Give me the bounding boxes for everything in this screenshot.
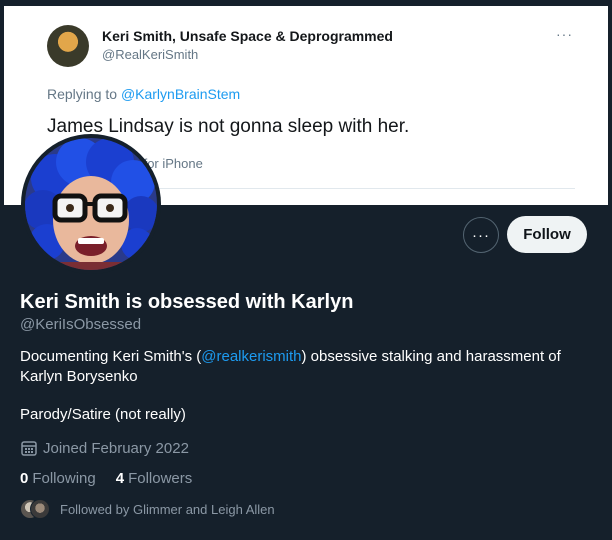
bio-text: Documenting Keri Smith's ( [20, 348, 202, 365]
tweet-author-avatar [47, 25, 89, 67]
profile-handle: @KeriIsObsessed [20, 316, 142, 333]
bio-mention-link[interactable]: @realkerismith [201, 348, 301, 365]
following-link[interactable]: 0 Following [20, 470, 96, 487]
mutual-follower-avatars [20, 499, 52, 519]
replying-prefix: Replying to [47, 86, 121, 102]
avatar-image [25, 138, 157, 270]
banner-border [0, 0, 4, 205]
profile-bio-line: Parody/Satire (not really) [20, 406, 186, 423]
banner-border [0, 0, 612, 6]
tweet-author-handle: @RealKeriSmith [102, 47, 199, 62]
followers-link[interactable]: 4 Followers [116, 470, 193, 487]
calendar-icon [21, 441, 37, 456]
followers-count: 4 [115, 470, 125, 487]
followed-by[interactable]: Followed by Glimmer and Leigh Allen [20, 499, 275, 519]
tweet-more-icon: ··· [556, 26, 573, 42]
follow-stats: 0 Following 4 Followers [20, 470, 212, 487]
following-count: 0 [20, 470, 29, 487]
profile-display-name: Keri Smith is obsessed with Karlyn [20, 291, 354, 313]
joined-date: Joined February 2022 [20, 439, 189, 457]
joined-label: Joined February 2022 [43, 439, 189, 457]
follow-button[interactable]: Follow [507, 216, 587, 253]
replying-mention: @KarlynBrainStem [120, 86, 241, 102]
more-options-button[interactable]: ··· [463, 217, 499, 253]
tweet-replying-to: Replying to @KarlynBrainStem [47, 86, 240, 102]
followers-label: Followers [128, 470, 193, 487]
banner-border [608, 0, 612, 205]
mutual-avatar [30, 499, 50, 519]
profile-avatar[interactable] [21, 134, 161, 274]
more-horizontal-icon: ··· [472, 226, 490, 244]
tweet-author-name: Keri Smith, Unsafe Space & Deprogrammed [102, 28, 393, 44]
following-label: Following [32, 470, 96, 487]
profile-bio: Documenting Keri Smith's (@realkerismith… [20, 347, 590, 387]
followed-by-text: Followed by Glimmer and Leigh Allen [60, 501, 275, 517]
